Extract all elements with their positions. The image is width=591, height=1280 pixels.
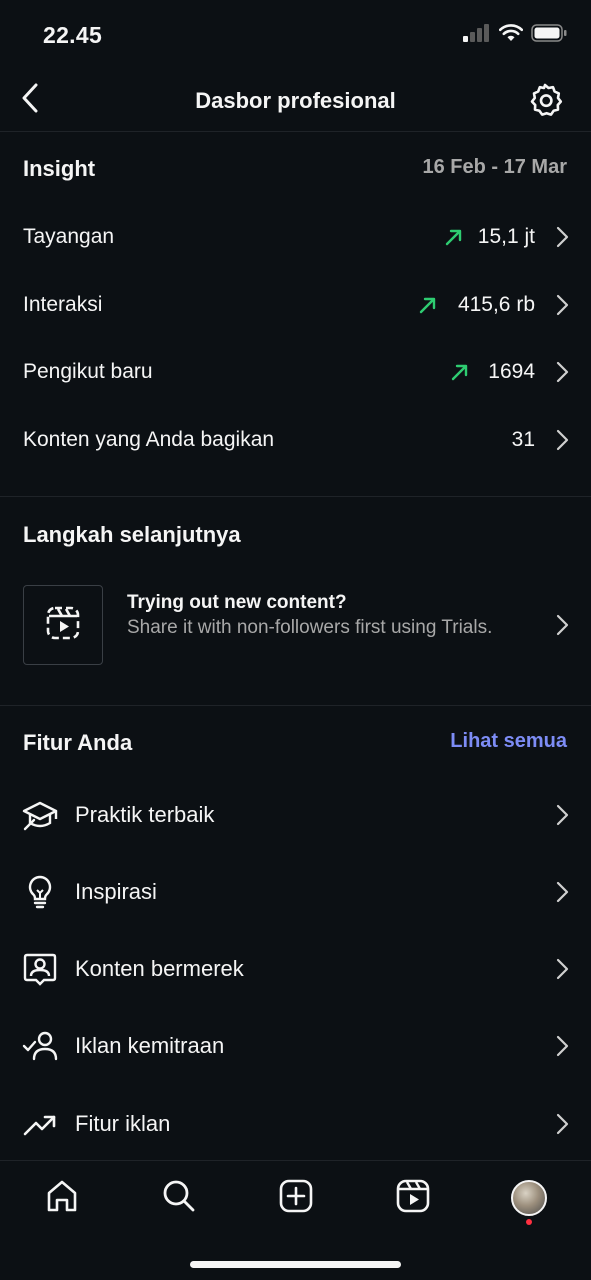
create-icon [279, 1179, 313, 1218]
tab-create[interactable] [276, 1178, 316, 1218]
chevron-right-icon [555, 226, 569, 248]
feature-item-branded-content[interactable]: Konten bermerek [0, 934, 591, 1004]
partner-ads-icon [22, 1028, 58, 1064]
battery-icon [531, 24, 567, 47]
trending-up-icon [22, 1106, 58, 1142]
wifi-icon [498, 24, 524, 47]
reels-trial-icon [45, 605, 81, 646]
feature-label: Fitur iklan [75, 1111, 171, 1136]
home-indicator [190, 1261, 401, 1268]
gear-icon [527, 83, 563, 122]
metric-value: 15,1 jt [477, 225, 535, 248]
reels-icon [396, 1179, 430, 1218]
chevron-right-icon [555, 804, 569, 826]
home-icon [45, 1179, 79, 1218]
chevron-right-icon [555, 429, 569, 451]
feature-label: Iklan kemitraan [75, 1033, 225, 1058]
feature-item-best-practices[interactable]: Praktik terbaik [0, 780, 591, 850]
search-icon [162, 1179, 196, 1218]
chevron-right-icon [555, 881, 569, 903]
notification-dot [526, 1219, 532, 1225]
card-title: Trying out new content? [127, 592, 347, 613]
feature-label: Inspirasi [75, 879, 157, 904]
feature-item-ad-tools[interactable]: Fitur iklan [0, 1089, 591, 1159]
section-divider [0, 496, 591, 497]
profile-avatar [511, 1180, 547, 1216]
chevron-right-icon [555, 958, 569, 980]
metric-row-interactions[interactable]: Interaksi 415,6 rb [0, 271, 591, 339]
see-all-link[interactable]: Lihat semua [450, 730, 567, 753]
metric-value: 415,6 rb [457, 293, 535, 316]
branded-content-icon [22, 951, 58, 987]
header: Dasbor profesional [0, 70, 591, 132]
metric-label: Tayangan [23, 225, 115, 248]
card-thumbnail [23, 585, 103, 665]
trend-up-icon [418, 295, 438, 315]
page-title: Dasbor profesional [195, 88, 396, 113]
insight-title: Insight [23, 156, 96, 181]
date-range[interactable]: 16 Feb - 17 Mar [422, 156, 567, 179]
trend-up-icon [444, 227, 464, 247]
tab-reels[interactable] [393, 1178, 433, 1218]
settings-button[interactable] [527, 82, 563, 118]
tab-profile[interactable] [509, 1178, 549, 1218]
trend-up-icon [450, 362, 470, 382]
chevron-right-icon [555, 1035, 569, 1057]
metric-label: Konten yang Anda bagikan [23, 428, 275, 451]
status-bar: 22.45 [0, 0, 591, 70]
chevron-right-icon [555, 614, 569, 636]
metric-row-content-shared[interactable]: Konten yang Anda bagikan 31 [0, 406, 591, 474]
chevron-right-icon [555, 294, 569, 316]
status-icons [463, 24, 567, 47]
metric-label: Interaksi [23, 293, 103, 316]
lightbulb-icon [22, 874, 58, 910]
graduation-cap-icon [22, 797, 58, 833]
metric-row-new-followers[interactable]: Pengikut baru 1694 [0, 338, 591, 406]
metric-value: 31 [511, 428, 535, 451]
features-title: Fitur Anda [23, 730, 133, 755]
card-description: Share it with non-followers first using … [127, 617, 493, 638]
chevron-right-icon [555, 1113, 569, 1135]
tab-home[interactable] [42, 1178, 82, 1218]
tab-search[interactable] [159, 1178, 199, 1218]
section-divider [0, 705, 591, 706]
chevron-right-icon [555, 361, 569, 383]
status-time: 22.45 [43, 22, 103, 48]
feature-label: Praktik terbaik [75, 802, 215, 827]
metric-label: Pengikut baru [23, 360, 153, 383]
feature-label: Konten bermerek [75, 956, 244, 981]
feature-item-inspiration[interactable]: Inspirasi [0, 857, 591, 927]
metric-row-views[interactable]: Tayangan 15,1 jt [0, 203, 591, 271]
feature-item-partnership-ads[interactable]: Iklan kemitraan [0, 1011, 591, 1081]
signal-icon [463, 24, 491, 47]
metric-value: 1694 [488, 360, 535, 383]
next-steps-title: Langkah selanjutnya [23, 522, 241, 547]
